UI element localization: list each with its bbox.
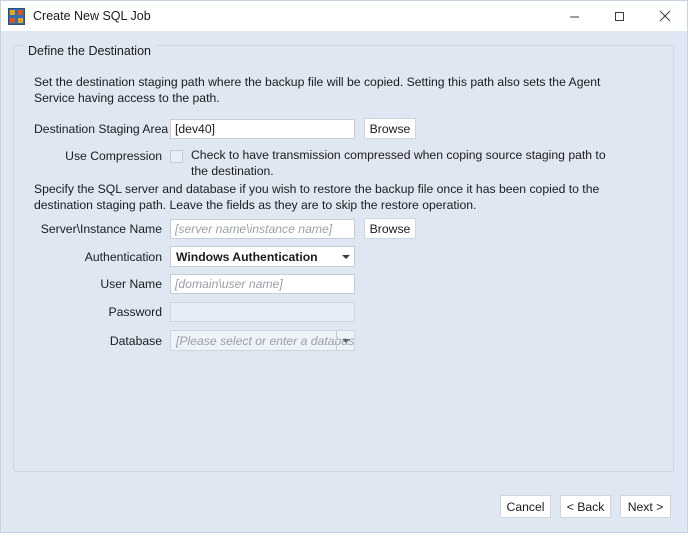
server-instance-name-row: Server\Instance Name [server name\instan… [34, 218, 416, 239]
cancel-button[interactable]: Cancel [500, 495, 551, 518]
server-instance-name-label: Server\Instance Name [40, 221, 162, 236]
server-browse-button[interactable]: Browse [364, 218, 416, 239]
close-icon[interactable] [642, 1, 687, 31]
database-select[interactable]: [Please select or enter a database] [170, 330, 355, 351]
database-label: Database [109, 333, 162, 348]
password-input[interactable] [170, 302, 355, 322]
title-bar: Create New SQL Job [1, 1, 687, 31]
user-name-row: User Name [domain\user name] [34, 274, 355, 294]
sql-job-icon [8, 7, 25, 25]
window-controls [552, 1, 687, 31]
authentication-value: Windows Authentication [176, 249, 318, 264]
chevron-down-icon[interactable] [336, 331, 354, 350]
use-compression-description: Check to have transmission compressed wh… [191, 148, 606, 178]
authentication-label: Authentication [84, 249, 162, 264]
destination-browse-button[interactable]: Browse [364, 118, 416, 139]
restore-info-text: Specify the SQL server and database if y… [34, 182, 600, 212]
dialog-footer: Cancel < Back Next > [500, 495, 671, 518]
destination-info-text: Set the destination staging path where t… [34, 75, 601, 105]
next-button[interactable]: Next > [620, 495, 671, 518]
use-compression-row: Use Compression Check to have transmissi… [34, 147, 616, 179]
authentication-row: Authentication Windows Authentication [34, 246, 355, 267]
server-instance-name-input[interactable]: [server name\instance name] [170, 218, 355, 239]
destination-staging-area-row: Destination Staging Area [dev40] Browse [34, 118, 416, 139]
user-name-input[interactable]: [domain\user name] [170, 274, 355, 294]
use-compression-checkbox[interactable] [170, 150, 183, 163]
maximize-icon[interactable] [597, 1, 642, 31]
minimize-icon[interactable] [552, 1, 597, 31]
dialog-window: Create New SQL Job Define the Destinatio… [0, 0, 688, 533]
destination-staging-area-input[interactable]: [dev40] [170, 118, 355, 139]
back-button[interactable]: < Back [560, 495, 611, 518]
window-title: Create New SQL Job [33, 9, 151, 23]
user-name-label: User Name [100, 277, 162, 291]
destination-staging-area-label: Destination Staging Area [34, 121, 169, 136]
password-row: Password [34, 302, 355, 322]
password-label: Password [108, 305, 162, 319]
authentication-select[interactable]: Windows Authentication [170, 246, 355, 267]
groupbox-legend: Define the Destination [23, 44, 156, 58]
database-value: [Please select or enter a database] [176, 333, 355, 348]
database-row: Database [Please select or enter a datab… [34, 330, 355, 351]
use-compression-label: Use Compression [65, 149, 162, 163]
chevron-down-icon[interactable] [337, 247, 354, 266]
